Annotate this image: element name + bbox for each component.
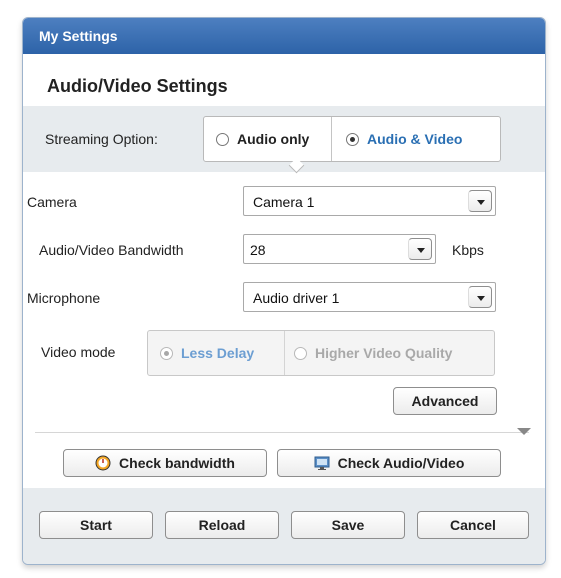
separator <box>35 432 529 433</box>
higher-quality-label: Higher Video Quality <box>315 345 453 361</box>
microphone-dropdown-button[interactable] <box>468 286 492 308</box>
window-title: My Settings <box>39 28 118 44</box>
check-bandwidth-label: Check bandwidth <box>119 455 235 471</box>
less-delay-label: Less Delay <box>181 345 255 361</box>
monitor-icon <box>314 455 330 471</box>
radio-audio-only[interactable] <box>216 132 229 146</box>
chevron-down-icon <box>417 248 425 253</box>
section-title: Audio/Video Settings <box>47 76 228 96</box>
less-delay-option[interactable]: Less Delay <box>160 331 254 375</box>
bandwidth-value: 28 <box>250 242 266 258</box>
radio-less-delay[interactable] <box>160 346 173 360</box>
cancel-button[interactable]: Cancel <box>417 511 529 539</box>
camera-value: Camera 1 <box>253 194 315 210</box>
check-audio-video-button[interactable]: Check Audio/Video <box>277 449 501 477</box>
streaming-option-selector: Audio only Audio & Video <box>203 116 501 162</box>
microphone-value: Audio driver 1 <box>253 290 340 306</box>
check-bandwidth-button[interactable]: Check bandwidth <box>63 449 267 477</box>
video-mode-selector: Less Delay Higher Video Quality <box>147 330 495 376</box>
audio-only-option[interactable]: Audio only <box>216 117 309 161</box>
streaming-option-band: Streaming Option: Audio only Audio & Vid… <box>23 106 545 174</box>
bandwidth-unit: Kbps <box>452 242 484 258</box>
audio-video-label: Audio & Video <box>367 131 463 147</box>
camera-dropdown-button[interactable] <box>468 190 492 212</box>
segment-divider <box>331 117 332 161</box>
streaming-option-label: Streaming Option: <box>45 131 158 147</box>
collapse-chevron-icon[interactable] <box>517 428 531 435</box>
chevron-down-icon <box>477 200 485 205</box>
video-mode-label: Video mode <box>41 344 116 360</box>
bandwidth-dropdown-button[interactable] <box>408 238 432 260</box>
microphone-label: Microphone <box>27 290 101 306</box>
radio-audio-video[interactable] <box>346 132 359 146</box>
radio-higher-quality[interactable] <box>294 346 307 360</box>
higher-quality-option[interactable]: Higher Video Quality <box>294 331 452 375</box>
bandwidth-select[interactable]: 28 <box>243 234 436 264</box>
section-header[interactable]: Audio/Video Settings <box>23 54 545 123</box>
advanced-button[interactable]: Advanced <box>393 387 497 415</box>
reload-button[interactable]: Reload <box>165 511 279 539</box>
start-button[interactable]: Start <box>39 511 153 539</box>
check-audio-video-label: Check Audio/Video <box>337 455 465 471</box>
camera-select[interactable]: Camera 1 <box>243 186 496 216</box>
audio-video-option[interactable]: Audio & Video <box>346 117 462 161</box>
camera-label: Camera <box>27 194 77 210</box>
save-button[interactable]: Save <box>291 511 405 539</box>
chevron-down-icon <box>477 296 485 301</box>
bandwidth-label: Audio/Video Bandwidth <box>39 242 184 258</box>
title-bar: My Settings <box>23 18 545 54</box>
mode-divider <box>284 331 285 375</box>
microphone-select[interactable]: Audio driver 1 <box>243 282 496 312</box>
settings-dialog: My Settings Audio/Video Settings Streami… <box>22 17 546 565</box>
gauge-icon <box>95 455 111 471</box>
audio-only-label: Audio only <box>237 131 310 147</box>
